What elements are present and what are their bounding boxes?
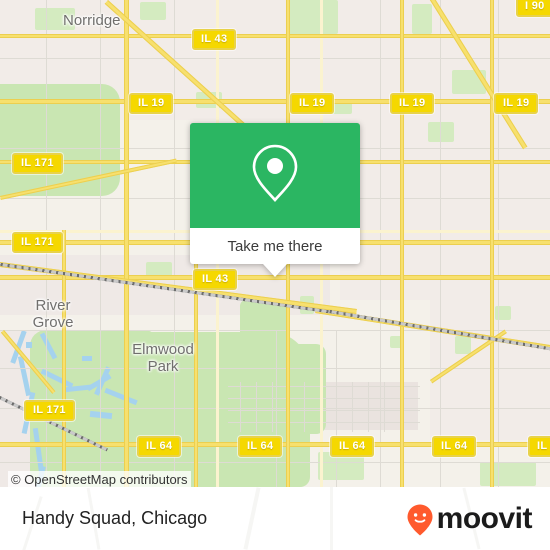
highway-shield: IL 64 [238,436,283,457]
highway-shield: IL 43 [192,29,237,50]
place-label-elmwood-park: Elmwood Park [124,341,202,375]
moovit-pin-smiley-icon [407,504,433,535]
osm-attribution[interactable]: © OpenStreetMap contributors [8,471,191,488]
footer-watermark [330,487,333,550]
map-pond [82,356,92,361]
place-label-norridge: Norridge [63,12,121,29]
map-highway-il19 [0,99,550,104]
map-minor-road [0,368,550,369]
highway-shield: IL 171 [24,400,75,421]
place-label-line: Elmwood [132,341,194,358]
map-minor-road [240,382,241,432]
map-park [140,2,166,20]
place-label-river-grove: River Grove [18,297,88,331]
map-park [480,462,536,486]
map-minor-road [304,382,305,432]
footer-watermark [243,487,261,550]
map-highway-vertical-w2 [62,230,66,487]
highway-shield: I 90 [516,0,550,17]
map-minor-road [272,382,273,432]
map-pin-icon [248,141,302,210]
popup-header [190,123,360,228]
place-title: Handy Squad, Chicago [22,508,208,528]
map-highway-vertical-e2 [490,0,494,487]
map-highway-vertical-w [124,0,129,487]
map-minor-road [0,462,550,463]
place-label-line: Norridge [63,12,121,29]
place-label-line: River [35,297,71,314]
map-river [26,342,32,348]
map-park [455,336,471,354]
map-park [412,4,432,34]
take-me-there-label: Take me there [227,237,323,255]
moovit-logo[interactable]: moovit [407,501,533,536]
map-highway-vertical-e [400,0,404,487]
highway-shield: IL 43 [193,269,238,290]
map-minor-road [384,382,385,432]
map-screenshot: Norridge River Grove Elmwood Park I 90 IL… [0,0,550,550]
highway-shield: IL 19 [290,93,335,114]
popup-cta[interactable]: Take me there [190,228,360,264]
place-label-line: Park [147,358,179,375]
highway-shield: IL 64 [528,436,550,457]
map-park [428,122,454,142]
place-label-line: Grove [32,314,74,331]
map-minor-road [276,330,277,487]
moovit-wordmark: moovit [436,501,533,535]
highway-shield: IL 171 [12,153,63,174]
map-park [286,0,338,34]
highway-shield: IL 64 [137,436,182,457]
map-minor-road [336,330,337,487]
location-popup[interactable]: Take me there [190,123,360,277]
footer-bar: Handy Squad, Chicago moovit [0,487,550,550]
map-urban-area [340,120,550,300]
map-minor-road [256,382,257,432]
highway-shield: IL 19 [494,93,539,114]
popup-tail-arrow [263,264,287,277]
highway-shield: IL 19 [129,93,174,114]
map-minor-road [368,382,369,432]
map-highway-il43-north [0,34,550,38]
highway-shield: IL 171 [12,232,63,253]
highway-shield: IL 64 [432,436,477,457]
highway-shield: IL 19 [390,93,435,114]
highway-shield: IL 64 [330,436,375,457]
map-minor-road [0,408,550,409]
map-minor-road [352,382,353,432]
